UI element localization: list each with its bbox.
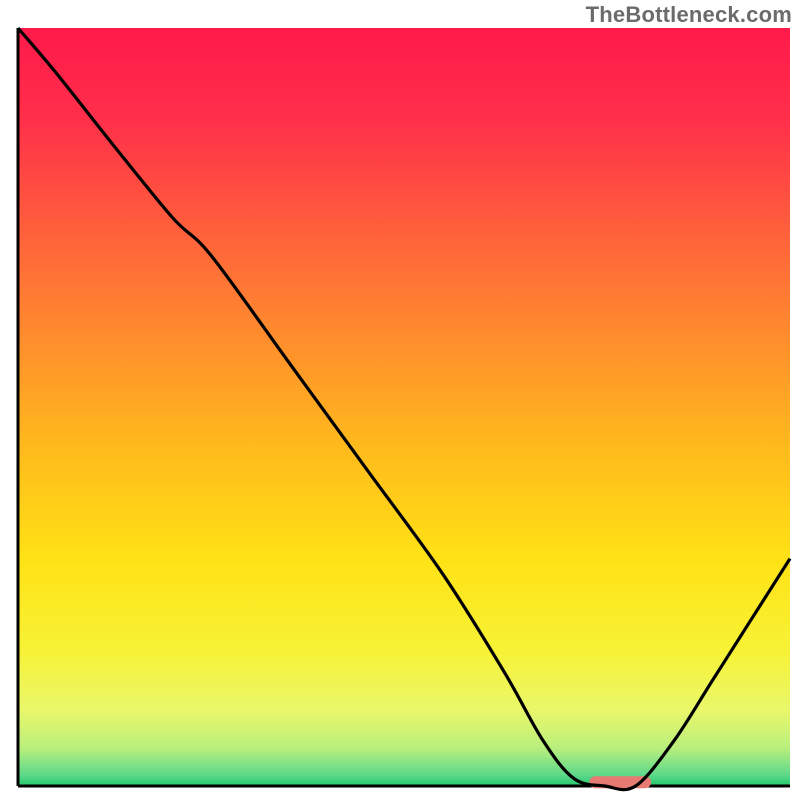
bottleneck-chart xyxy=(0,0,800,800)
chart-container: TheBottleneck.com xyxy=(0,0,800,800)
chart-background xyxy=(18,28,790,786)
watermark-label: TheBottleneck.com xyxy=(586,2,792,28)
